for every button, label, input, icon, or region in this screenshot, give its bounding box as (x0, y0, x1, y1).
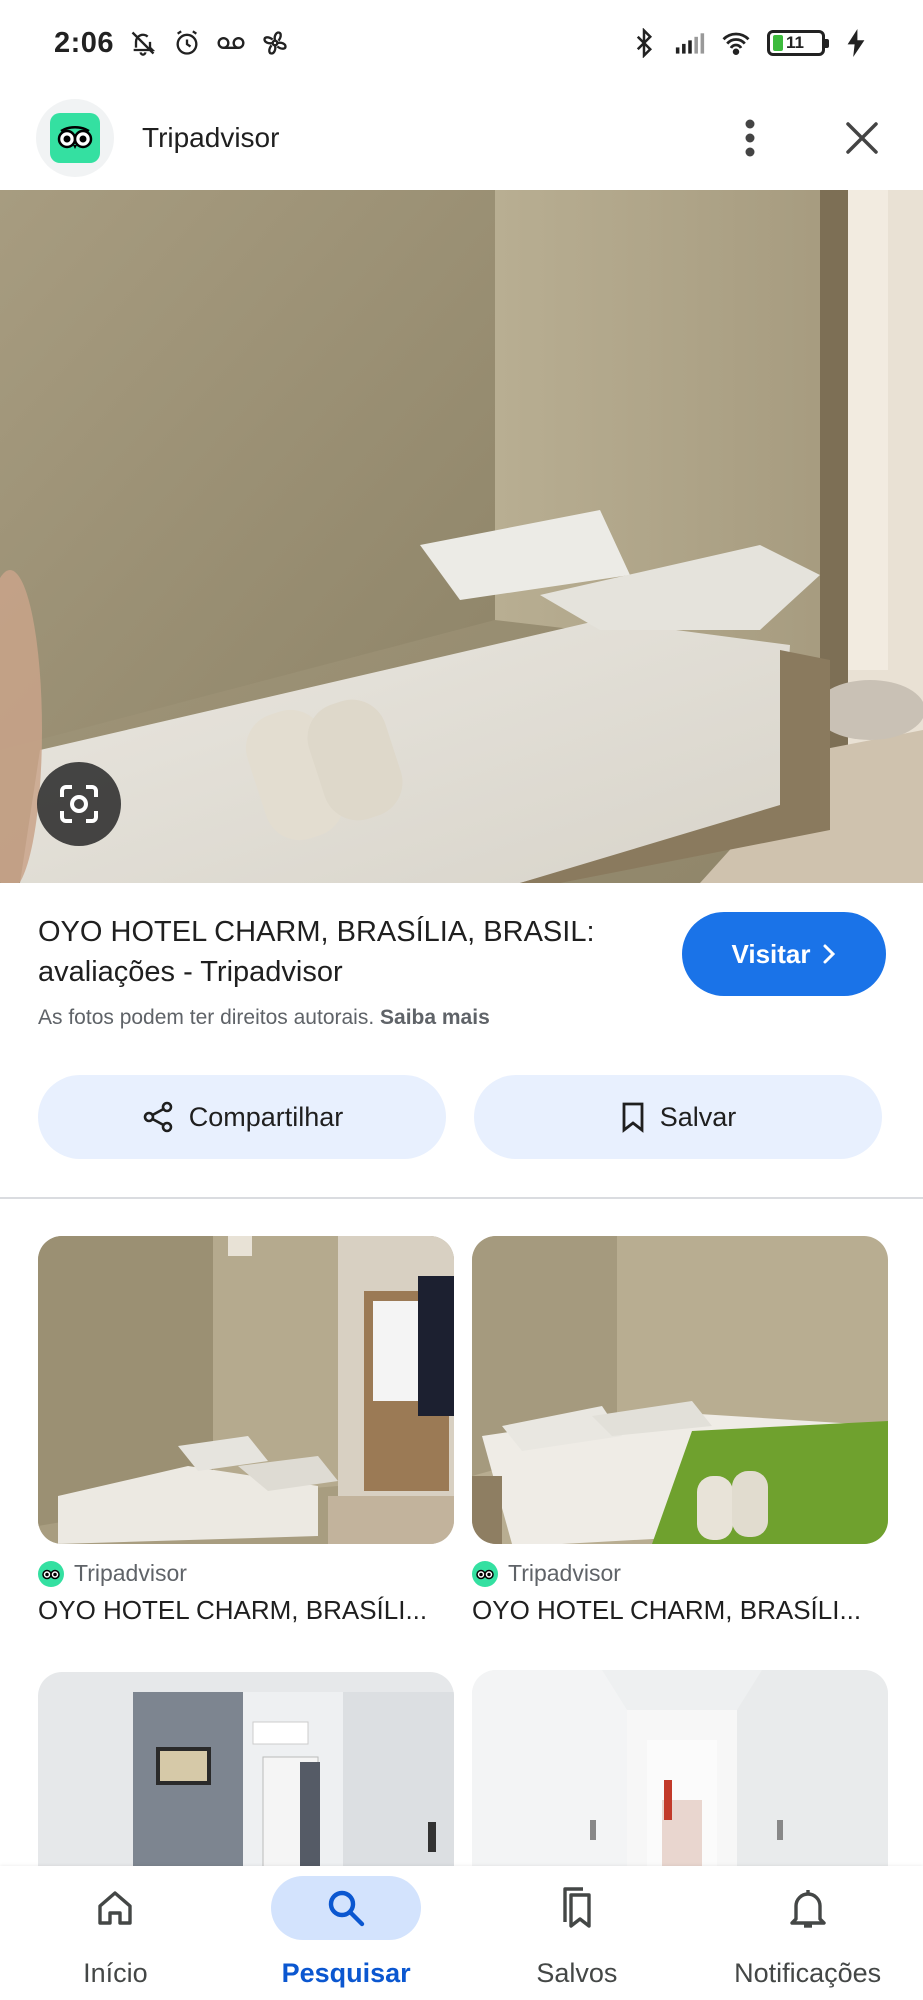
share-label: Compartilhar (188, 1101, 344, 1132)
share-button[interactable]: Compartilhar (38, 1075, 446, 1159)
result-title[interactable]: OYO HOTEL CHARM, BRASÍLIA, BRASIL: avali… (38, 912, 658, 992)
app-header: Tripadvisor (0, 86, 923, 190)
tripadvisor-owl-icon (472, 1560, 498, 1587)
related-title[interactable]: OYO HOTEL CHARM, BRASÍLI... (472, 1595, 888, 1626)
battery-level: 11 (786, 33, 804, 52)
header-actions (725, 113, 887, 163)
section-divider (0, 1197, 923, 1199)
save-button[interactable]: Salvar (474, 1075, 882, 1159)
related-thumbnail[interactable] (38, 1672, 454, 1882)
copyright-text: As fotos podem ter direitos autorais. (38, 1006, 375, 1029)
battery-indicator: 11 (767, 30, 829, 56)
learn-more-link[interactable]: Saiba mais (380, 1006, 490, 1029)
nav-label: Pesquisar (281, 1958, 411, 1988)
bluetooth-icon (629, 28, 659, 58)
wifi-icon (721, 28, 751, 58)
related-source: Tripadvisor (38, 1560, 454, 1587)
share-icon (143, 1101, 173, 1133)
close-icon[interactable] (837, 113, 887, 163)
nav-notifications[interactable]: Notificações (692, 1866, 923, 2000)
copyright-notice: As fotos podem ter direitos autorais. Sa… (38, 1006, 490, 1030)
chevron-right-icon (823, 944, 835, 964)
nav-label: Início (83, 1958, 148, 1988)
bottom-navigation: Início Pesquisar Salvos Notificações (0, 1866, 923, 2000)
status-bar: 2:06 11 (0, 0, 923, 86)
bookmarks-icon (502, 1876, 652, 1940)
charging-bolt-icon (841, 28, 871, 58)
site-name: Tripadvisor (142, 122, 280, 153)
tripadvisor-logo-badge (50, 113, 100, 163)
home-icon (40, 1876, 190, 1940)
related-card[interactable]: Tripadvisor OYO HOTEL CHARM, BRASÍLI... (472, 1236, 888, 1626)
result-info: OYO HOTEL CHARM, BRASÍLIA, BRASIL: avali… (38, 912, 658, 992)
visit-button[interactable]: Visitar (682, 912, 886, 996)
save-label: Salvar (659, 1101, 737, 1132)
tripadvisor-owl-icon (38, 1560, 64, 1587)
nav-search[interactable]: Pesquisar (231, 1866, 462, 2000)
status-left-icons (128, 28, 290, 58)
silent-bell-icon (128, 28, 158, 58)
related-title[interactable]: OYO HOTEL CHARM, BRASÍLI... (38, 1595, 454, 1626)
nav-label: Notificações (734, 1958, 882, 1988)
search-icon (271, 1876, 422, 1940)
voicemail-icon (216, 28, 246, 58)
related-thumbnail[interactable] (472, 1236, 888, 1544)
status-right-icons: 11 (629, 28, 871, 58)
signal-icon (675, 28, 705, 58)
source-name: Tripadvisor (508, 1560, 621, 1586)
google-lens-icon[interactable] (37, 762, 121, 846)
nav-saved[interactable]: Salvos (462, 1866, 693, 2000)
fan-icon (260, 28, 290, 58)
related-thumbnail[interactable] (472, 1670, 888, 1880)
visit-label: Visitar (731, 938, 811, 969)
battery-fill (773, 35, 783, 51)
more-vert-icon[interactable] (725, 113, 775, 163)
hero-image[interactable] (0, 190, 923, 883)
bell-icon (733, 1876, 883, 1940)
source-name: Tripadvisor (74, 1560, 187, 1586)
tripadvisor-owl-icon (36, 99, 114, 177)
related-thumbnail[interactable] (38, 1236, 454, 1544)
battery-cap (825, 39, 829, 48)
nav-home[interactable]: Início (0, 1866, 231, 2000)
related-card[interactable]: Tripadvisor OYO HOTEL CHARM, BRASÍLI... (38, 1236, 454, 1626)
related-source: Tripadvisor (472, 1560, 888, 1587)
bookmark-icon (622, 1102, 644, 1133)
status-time: 2:06 (54, 26, 115, 59)
alarm-icon (172, 28, 202, 58)
nav-label: Salvos (536, 1958, 618, 1988)
